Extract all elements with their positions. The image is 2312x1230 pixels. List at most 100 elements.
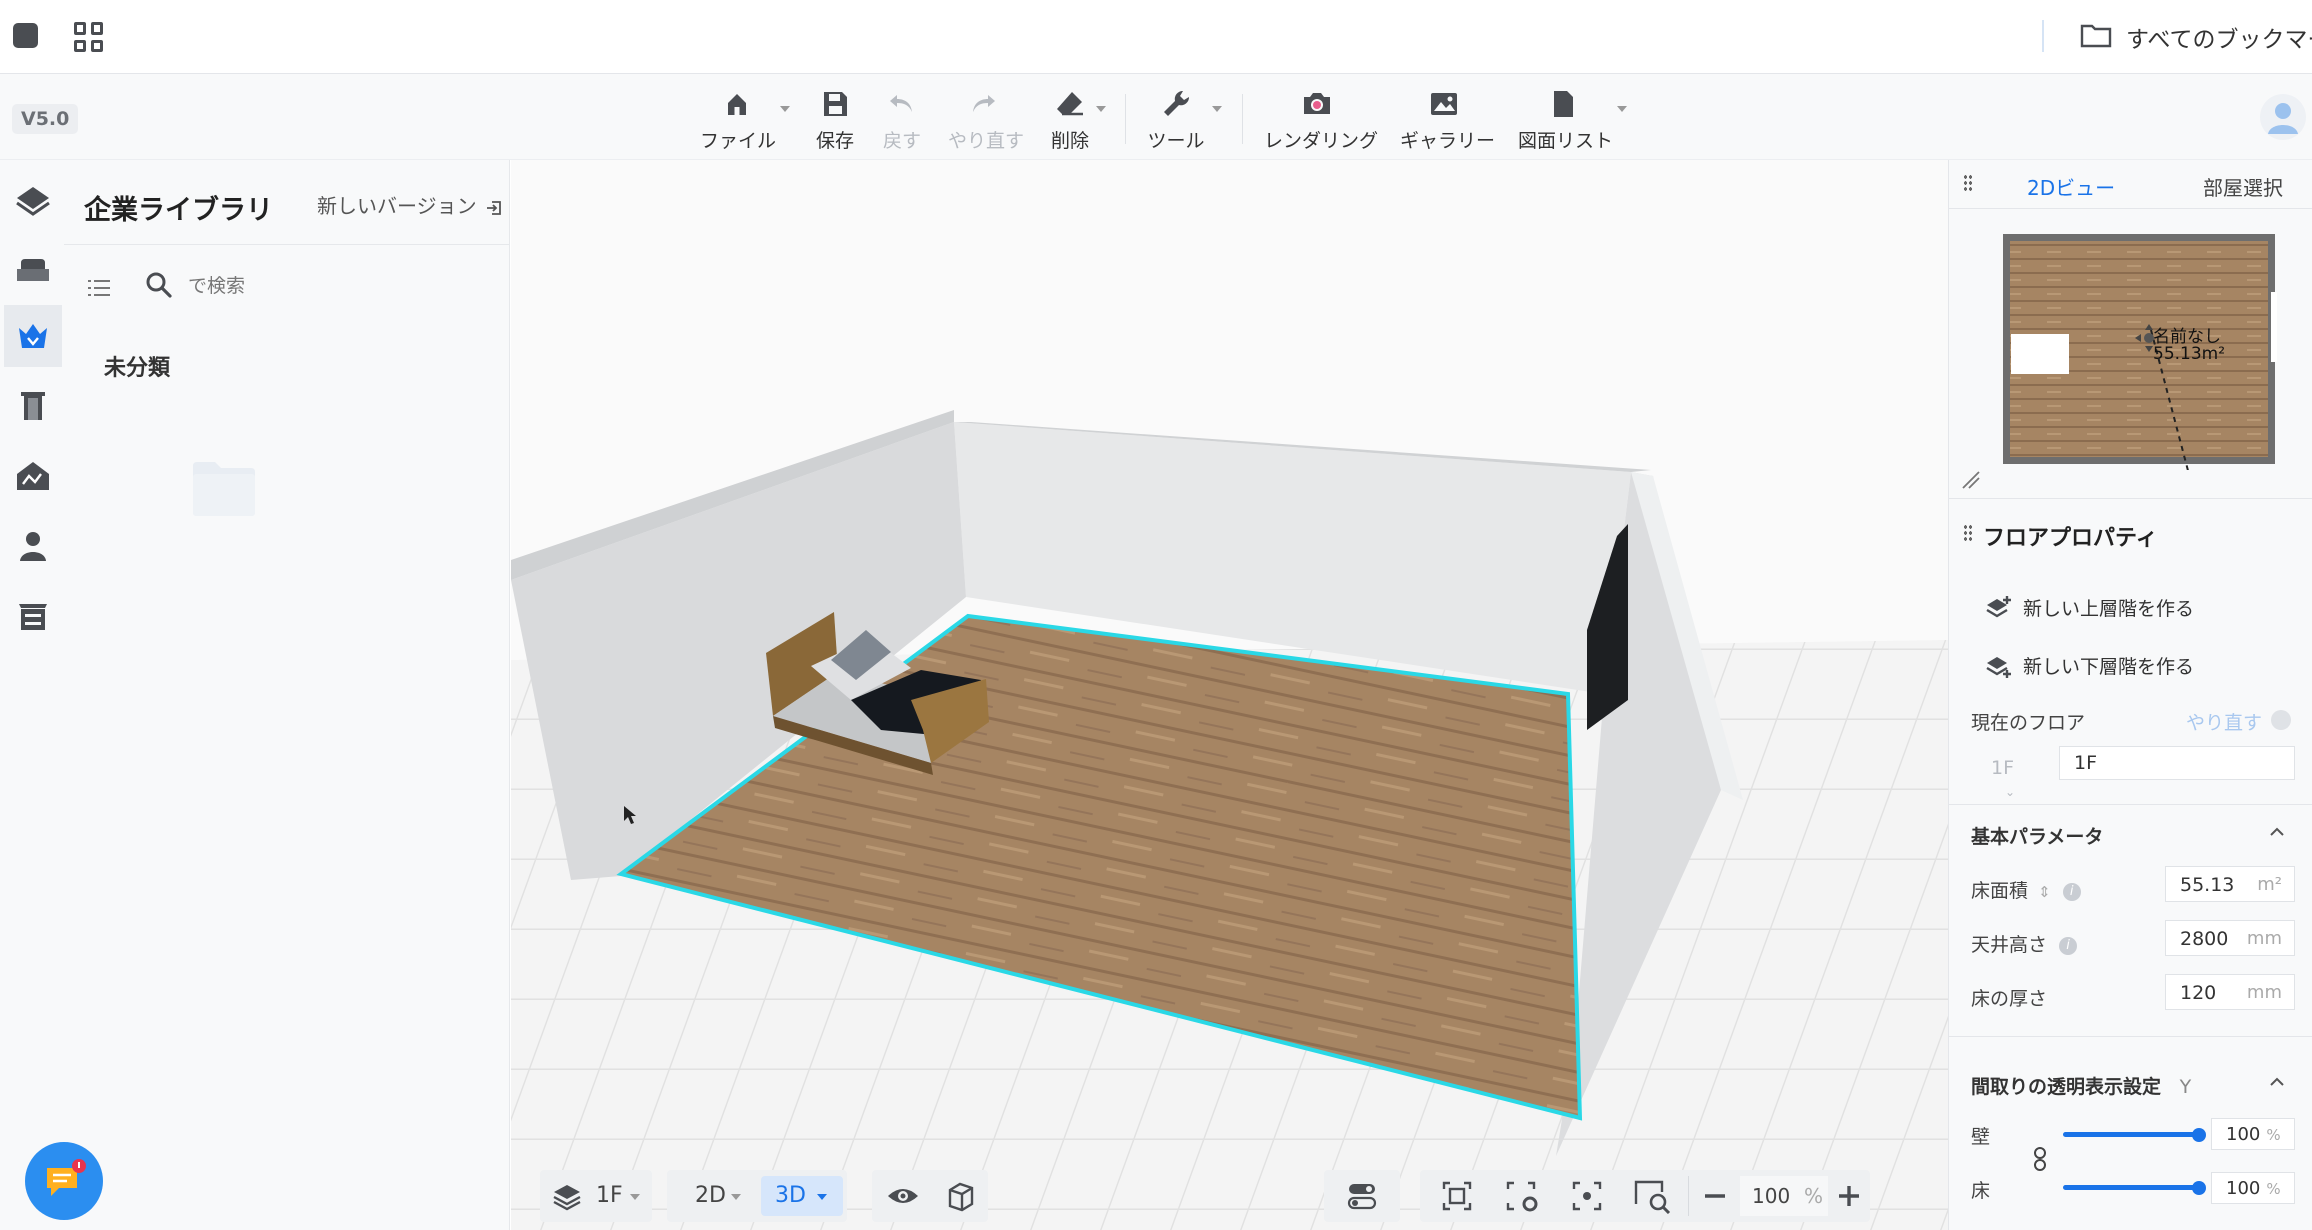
- fit-view-icon[interactable]: [1440, 1179, 1474, 1213]
- sofa-icon: [17, 259, 49, 281]
- file-menu-button[interactable]: ファイル: [700, 88, 776, 154]
- wall-opacity-input[interactable]: 100%: [2211, 1118, 2295, 1150]
- floor-slider[interactable]: [2063, 1185, 2199, 1190]
- floor-plan-minimap[interactable]: 名前なし 55.13m²: [2001, 232, 2285, 483]
- zoom-out-icon[interactable]: [1702, 1183, 1728, 1209]
- resize-handle-icon[interactable]: [1961, 470, 1981, 490]
- chevron-up-icon[interactable]: [2269, 824, 2285, 840]
- view-settings-icon[interactable]: [1504, 1179, 1540, 1213]
- undo-icon: [890, 95, 912, 112]
- link-icon[interactable]: [2031, 1146, 2049, 1172]
- divider: [1949, 804, 2312, 805]
- rail-person[interactable]: [4, 515, 62, 577]
- version-badge: V5.0: [12, 104, 79, 134]
- tools-dropdown-caret[interactable]: [1212, 106, 1222, 112]
- floor-name-input[interactable]: 1F: [2059, 746, 2295, 780]
- floor-area-input[interactable]: 55.13 m²: [2165, 866, 2295, 902]
- delete-dropdown-caret[interactable]: [1096, 106, 1106, 112]
- gallery-button[interactable]: ギャラリー: [1400, 88, 1495, 154]
- all-bookmarks-link[interactable]: すべてのブックマーク: [2126, 20, 2312, 54]
- chat-icon: [47, 1159, 86, 1196]
- rail-enterprise-library[interactable]: [4, 305, 62, 367]
- zoom-area-icon[interactable]: [1632, 1178, 1672, 1214]
- divider: [1949, 1036, 2312, 1037]
- info-icon[interactable]: i: [2062, 882, 2081, 901]
- view-3d-button[interactable]: 3D: [761, 1176, 843, 1216]
- display-toggles: [872, 1170, 988, 1222]
- folder-icon[interactable]: [191, 460, 257, 516]
- rail-doors[interactable]: [4, 375, 62, 437]
- chevron-up-icon[interactable]: [2269, 1074, 2285, 1090]
- divider: [64, 244, 510, 245]
- tab-2d-view[interactable]: 2Dビュー: [2027, 172, 2115, 201]
- rail-cabinet[interactable]: [4, 585, 62, 647]
- exit-icon: [486, 200, 501, 215]
- 3d-viewport[interactable]: [511, 160, 1948, 1230]
- image-icon: [1431, 93, 1457, 115]
- zoom-input[interactable]: 100 %: [1740, 1176, 1828, 1216]
- new-lower-floor-button[interactable]: 新しい下層階を作る: [1985, 652, 2194, 679]
- history-icon[interactable]: [2271, 710, 2291, 730]
- view-2d-button[interactable]: 2D: [675, 1170, 749, 1222]
- floor-label: 床: [1971, 1180, 1991, 1202]
- floor-redo-button[interactable]: やり直す: [2186, 708, 2262, 735]
- rail-layers[interactable]: [4, 170, 62, 232]
- rail-terrain[interactable]: [4, 445, 62, 507]
- add-layer-down-icon: [1986, 656, 2011, 678]
- undo-button[interactable]: 戻す: [880, 88, 924, 154]
- settings-toggle-group: [1324, 1170, 1400, 1222]
- home-icon: [728, 94, 746, 115]
- search-icon[interactable]: [144, 270, 174, 300]
- floor-properties-title: フロアプロパティ: [1983, 526, 2158, 551]
- tab-room-select[interactable]: 部屋選択: [2203, 172, 2283, 201]
- chat-support-button[interactable]: [25, 1142, 103, 1220]
- transparency-title: 間取りの透明表示設定 Y: [1971, 1076, 2192, 1098]
- floor-slider-thumb[interactable]: [2192, 1181, 2206, 1195]
- rail-furniture[interactable]: [4, 240, 62, 302]
- main-toolbar: V5.0 ファイル 保存 戻す やり直す 削除 ツール レンダリング ギャラリー…: [0, 74, 2312, 160]
- floor-opacity-input[interactable]: 100%: [2211, 1172, 2295, 1204]
- file-dropdown-caret[interactable]: [780, 106, 790, 112]
- user-avatar-icon: [2268, 103, 2298, 134]
- add-layer-up-icon: [1986, 595, 2011, 617]
- save-button[interactable]: 保存: [812, 88, 858, 154]
- wall-slider[interactable]: [2063, 1132, 2199, 1137]
- drag-handle-icon[interactable]: [1963, 174, 1973, 192]
- info-icon[interactable]: i: [2059, 936, 2078, 955]
- list-view-icon[interactable]: [88, 278, 110, 298]
- category-uncategorized[interactable]: 未分類: [104, 350, 170, 382]
- camera-icon: [1304, 93, 1330, 114]
- tools-menu-button[interactable]: ツール: [1146, 88, 1206, 154]
- library-search-input[interactable]: [188, 271, 478, 301]
- ceiling-height-input[interactable]: 2800 mm: [2165, 920, 2295, 956]
- drawing-list-dropdown-caret[interactable]: [1617, 106, 1627, 112]
- sort-icon[interactable]: ⇕: [2038, 883, 2051, 901]
- drag-handle-icon[interactable]: [1963, 524, 1973, 542]
- ceiling-height-label: 天井高さ i: [1971, 930, 2078, 957]
- minimap-canvas[interactable]: [2001, 232, 2285, 483]
- view-mode-switcher: 2D 3D: [667, 1170, 847, 1222]
- drawing-list-button[interactable]: 図面リスト: [1518, 88, 1613, 154]
- floor-select[interactable]: 1F ⌄: [1971, 752, 2033, 799]
- delete-button[interactable]: 削除: [1048, 88, 1092, 154]
- app-square-icon[interactable]: [13, 23, 38, 48]
- toggle-settings-icon[interactable]: [1347, 1181, 1377, 1211]
- new-version-link[interactable]: 新しいバージョン: [317, 190, 503, 219]
- focus-icon[interactable]: [1570, 1179, 1604, 1213]
- floor-thickness-input[interactable]: 120 mm: [2165, 974, 2295, 1010]
- right-panel: 2Dビュー 部屋選択 名前なし 55.13m² フロアプロパティ 新しい上層階を…: [1948, 160, 2312, 1230]
- new-upper-floor-button[interactable]: 新しい上層階を作る: [1985, 594, 2194, 621]
- eye-icon[interactable]: [886, 1184, 920, 1208]
- cube-icon[interactable]: [944, 1180, 976, 1212]
- floor-switcher[interactable]: 1F: [540, 1170, 652, 1222]
- apps-grid-icon[interactable]: [74, 22, 104, 52]
- wall-slider-thumb[interactable]: [2192, 1128, 2206, 1142]
- user-avatar[interactable]: [2260, 94, 2306, 140]
- redo-button[interactable]: やり直す: [948, 88, 1024, 154]
- enterprise-crown-icon: [19, 324, 47, 348]
- render-button[interactable]: レンダリング: [1264, 88, 1378, 154]
- zoom-in-icon[interactable]: [1836, 1183, 1862, 1209]
- terrain-icon: [17, 462, 49, 490]
- scene-canvas[interactable]: [511, 160, 1948, 1230]
- divider: [2042, 20, 2044, 52]
